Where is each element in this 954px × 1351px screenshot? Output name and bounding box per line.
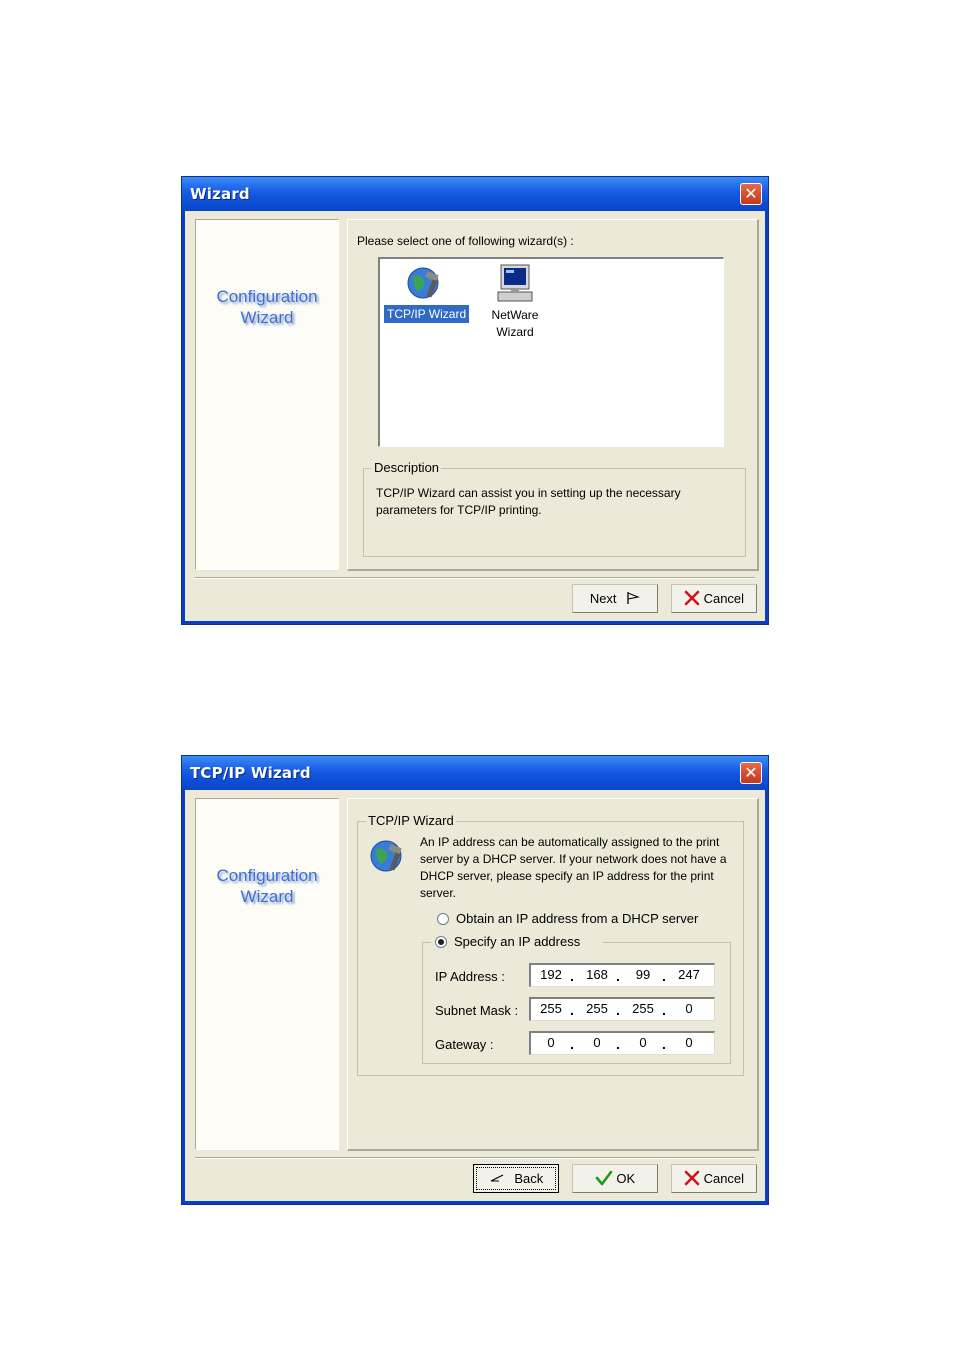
list-item-netware-wizard[interactable]: NetWare Wizard [480,263,550,343]
computer-icon [497,264,533,302]
wizard-prompt: Please select one of following wizard(s)… [357,234,574,248]
gateway-field[interactable]: 0 . 0 . 0 . 0 [529,1031,715,1055]
content-panel: TCP/IP Wizard An IP address can be autom… [347,798,759,1151]
gateway-octet-1: 0 [547,1035,555,1050]
next-button[interactable]: Next [572,584,658,613]
globe-tools-icon [370,840,402,872]
intro-text: An IP address can be automatically assig… [420,835,727,900]
tcpip-group: TCP/IP Wizard An IP address can be autom… [357,813,744,1076]
flag-arrow-icon [627,592,641,604]
cancel-label: Cancel [703,1171,745,1186]
tcpip-wizard-dialog: TCP/IP Wizard ✕ Configuration Wizard TCP… [181,755,769,1205]
description-group: Description TCP/IP Wizard can assist you… [363,460,746,557]
cancel-button[interactable]: Cancel [671,584,757,613]
dhcp-option-label[interactable]: Obtain an IP address from a DHCP server [456,911,698,926]
back-arrow-icon [490,1174,504,1182]
subnet-mask-field[interactable]: 255 . 255 . 255 . 0 [529,997,715,1021]
side-banner-logo: Configuration Wizard [196,286,338,328]
description-label: Description [372,460,442,475]
mask-dot: . [570,1002,574,1018]
netware-wizard-label: NetWare Wizard [480,307,550,341]
ip-octet-1: 192 [540,967,562,982]
cancel-label: Cancel [703,591,745,606]
mask-dot: . [616,1002,620,1018]
side-banner: Configuration Wizard [195,798,339,1150]
netware-label-line-1: NetWare [491,308,539,322]
ip-octet-3: 99 [635,967,651,982]
tcpip-wizard-label: TCP/IP Wizard [382,304,471,324]
green-check-icon [595,1170,613,1186]
ip-dot: . [662,968,666,984]
side-banner: Configuration Wizard [195,219,339,570]
logo-line-2: Wizard [240,308,294,327]
title-bar[interactable]: Wizard ✕ [182,177,768,211]
logo-line-1: Configuration [216,287,318,306]
dialog-body: Configuration Wizard Please select one o… [185,211,765,621]
mask-dot: . [662,1002,666,1018]
logo-line-2: Wizard [240,887,294,906]
gateway-dot: . [616,1036,620,1052]
next-label: Next [589,591,617,606]
ok-label: OK [616,1171,636,1186]
button-separator [195,577,755,579]
gateway-dot: . [570,1036,574,1052]
gateway-octet-4: 0 [685,1035,693,1050]
ip-dot: . [616,968,620,984]
title-bar[interactable]: TCP/IP Wizard ✕ [182,756,768,790]
ok-button[interactable]: OK [572,1164,658,1193]
mask-octet-2: 255 [586,1001,608,1016]
ip-dot: . [570,968,574,984]
back-button[interactable]: Back [473,1164,559,1193]
ip-address-field[interactable]: 192 . 168 . 99 . 247 [529,963,715,987]
specify-ip-legend: Specify an IP address [431,933,603,951]
globe-tools-icon [407,267,439,299]
mask-octet-4: 0 [685,1001,693,1016]
wizard-list[interactable]: TCP/IP Wizard NetWare Wizard [378,257,724,447]
netware-label-line-2: Wizard [496,325,534,339]
subnet-mask-label: Subnet Mask : [435,1003,519,1018]
specify-option-label[interactable]: Specify an IP address [454,934,580,949]
ip-octet-2: 168 [586,967,608,982]
ip-address-label: IP Address : [435,969,505,984]
gateway-octet-3: 0 [639,1035,647,1050]
gateway-octet-2: 0 [593,1035,601,1050]
dialog-title: Wizard [190,185,250,203]
tcpip-group-label: TCP/IP Wizard [366,813,456,828]
close-button[interactable]: ✕ [740,183,762,205]
button-separator [195,1157,755,1159]
mask-octet-1: 255 [540,1001,562,1016]
specify-ip-group: Specify an IP address IP Address : 192 .… [422,933,731,1064]
red-x-icon [684,1170,700,1186]
content-panel: Please select one of following wizard(s)… [347,219,759,571]
description-text: TCP/IP Wizard can assist you in setting … [376,486,681,517]
dialog-body: Configuration Wizard TCP/IP Wizard An IP… [185,790,765,1201]
mask-octet-3: 255 [632,1001,654,1016]
dhcp-radio[interactable] [437,913,449,925]
cancel-button[interactable]: Cancel [671,1164,757,1193]
list-item-tcpip-wizard[interactable]: TCP/IP Wizard [382,263,471,325]
gateway-label: Gateway : [435,1037,494,1052]
ip-octet-4: 247 [678,967,700,982]
logo-line-1: Configuration [216,866,318,885]
back-label: Back [514,1171,544,1186]
gateway-dot: . [662,1036,666,1052]
specify-radio[interactable] [435,936,447,948]
dialog-title: TCP/IP Wizard [190,764,311,782]
red-x-icon [684,590,700,606]
side-banner-logo: Configuration Wizard [196,865,338,907]
wizard-dialog: Wizard ✕ Configuration Wizard Please sel… [181,176,769,625]
close-button[interactable]: ✕ [740,762,762,784]
